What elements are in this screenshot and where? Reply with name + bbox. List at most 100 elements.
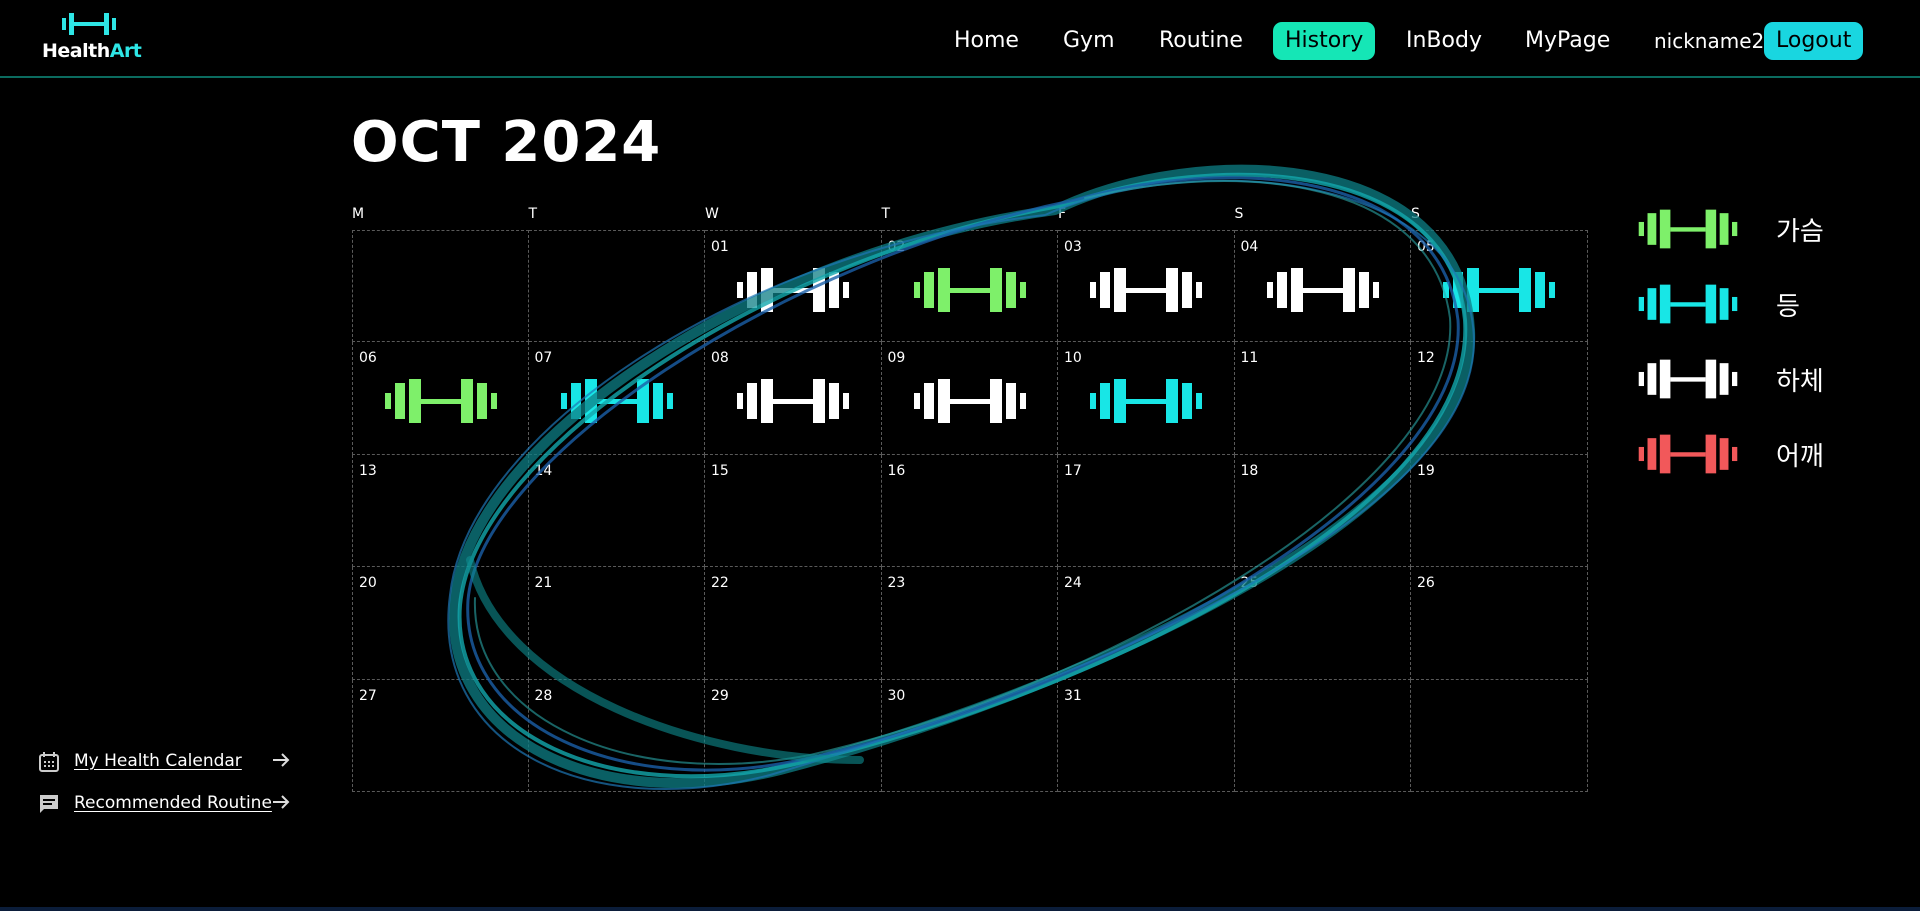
- day-number: 12: [1417, 350, 1435, 367]
- calendar-day-cell[interactable]: 12: [1411, 342, 1588, 455]
- bottom-border: [0, 907, 1920, 911]
- legend-label: 어깨: [1776, 442, 1824, 472]
- day-number: 04: [1240, 239, 1259, 255]
- weekday-label: T: [528, 206, 538, 222]
- day-number: 02: [887, 239, 906, 255]
- day-number: 30: [887, 687, 906, 704]
- dumbbell-icon: [1266, 268, 1379, 312]
- calendar-day-cell: [352, 230, 529, 343]
- recommended-routine-label: Recommended Routine: [74, 793, 272, 813]
- calendar-day-cell[interactable]: 08: [705, 342, 882, 455]
- logout-button[interactable]: Logout: [1764, 22, 1864, 60]
- calendar-day-cell[interactable]: 20: [352, 567, 529, 680]
- calendar-day-cell[interactable]: 05: [1411, 230, 1588, 343]
- dumbbell-icon: [385, 379, 497, 424]
- day-number: 10: [1064, 350, 1082, 367]
- day-number: 25: [1240, 575, 1259, 592]
- day-number: 29: [711, 687, 729, 704]
- calendar-icon: [39, 752, 59, 772]
- day-number: 18: [1240, 462, 1259, 479]
- dumbbell-icon: [737, 379, 849, 424]
- calendar-day-cell[interactable]: 25: [1234, 567, 1411, 680]
- calendar-day-cell: [1411, 679, 1588, 792]
- dumbbell-icon: [913, 379, 1026, 424]
- day-number: 01: [711, 239, 729, 255]
- calendar-day-cell[interactable]: 22: [705, 567, 882, 680]
- top-nav-bar: HealthArt Home Gym Routine History InBod…: [0, 0, 1920, 78]
- day-number: 03: [1064, 239, 1082, 255]
- calendar-day-cell[interactable]: 19: [1411, 454, 1588, 568]
- nav-inbody[interactable]: InBody: [1406, 22, 1482, 60]
- dumbbell-icon: [1638, 359, 1738, 399]
- calendar-day-cell[interactable]: 23: [881, 567, 1058, 680]
- calendar-day-cell[interactable]: 21: [528, 567, 705, 680]
- day-number: 17: [1064, 462, 1082, 479]
- calendar-day-cell[interactable]: 03: [1058, 230, 1235, 343]
- day-number: 22: [711, 575, 729, 592]
- calendar-day-cell[interactable]: 13: [352, 454, 529, 568]
- day-number: 31: [1064, 687, 1082, 704]
- calendar-day-cell[interactable]: 17: [1058, 454, 1235, 568]
- calendar-day-cell[interactable]: 04: [1234, 230, 1411, 343]
- nav-routine[interactable]: Routine: [1159, 22, 1243, 60]
- day-number: 13: [359, 462, 377, 479]
- nav-mypage[interactable]: MyPage: [1525, 22, 1610, 60]
- weekday-label: F: [1058, 206, 1067, 222]
- calendar-day-cell[interactable]: 07: [528, 342, 705, 455]
- calendar-day-cell: [528, 230, 705, 343]
- calendar-day-cell[interactable]: 01: [705, 230, 882, 343]
- day-number: 19: [1417, 462, 1435, 479]
- calendar-day-cell[interactable]: 31: [1058, 679, 1235, 792]
- day-number: 24: [1064, 575, 1082, 592]
- weekday-label: S: [1411, 206, 1420, 222]
- arrow-right-icon: [273, 795, 290, 809]
- logo-dumbbell-icon: [62, 13, 116, 35]
- arrow-right-icon: [273, 753, 290, 767]
- day-number: 23: [887, 575, 906, 592]
- nav-history[interactable]: History: [1273, 22, 1376, 60]
- day-number: 15: [711, 462, 729, 479]
- calendar-day-cell[interactable]: 06: [352, 342, 529, 455]
- calendar-day-cell[interactable]: 15: [705, 454, 882, 568]
- calendar-day-cell[interactable]: 28: [528, 679, 705, 792]
- nav-gym[interactable]: Gym: [1063, 22, 1115, 60]
- day-number: 16: [887, 462, 906, 479]
- calendar-day-cell[interactable]: 30: [881, 679, 1058, 792]
- day-number: 11: [1240, 350, 1259, 367]
- day-number: 21: [534, 575, 553, 592]
- day-number: 09: [887, 350, 906, 367]
- calendar-day-cell[interactable]: 11: [1234, 342, 1411, 455]
- dumbbell-icon: [1090, 268, 1202, 312]
- day-number: 26: [1417, 575, 1435, 592]
- logo[interactable]: HealthArt: [40, 10, 142, 66]
- calendar-grid: 01 02 03 04 05 06 07 08 09 10 11 12 13 14 15 16 17 18 19 20…: [352, 230, 1588, 792]
- calendar-day-cell[interactable]: 26: [1411, 567, 1588, 680]
- calendar-day-cell[interactable]: 16: [881, 454, 1058, 568]
- weekday-label: S: [1234, 206, 1244, 222]
- month-title: OCT 2024: [351, 110, 662, 175]
- calendar-day-cell[interactable]: 14: [528, 454, 705, 568]
- weekday-label: T: [881, 206, 891, 222]
- day-number: 27: [359, 687, 377, 704]
- calendar-day-cell[interactable]: 09: [881, 342, 1058, 455]
- legend-label: 가슴: [1776, 217, 1824, 247]
- day-number: 05: [1417, 239, 1435, 255]
- dumbbell-icon: [1443, 268, 1555, 312]
- calendar-day-cell[interactable]: 10: [1058, 342, 1235, 455]
- dumbbell-icon: [737, 268, 849, 312]
- calendar-day-cell[interactable]: 18: [1234, 454, 1411, 568]
- calendar-day-cell[interactable]: 02: [881, 230, 1058, 343]
- legend-label: 등: [1776, 292, 1800, 322]
- weekday-label: M: [352, 206, 365, 222]
- dumbbell-icon: [1638, 284, 1738, 324]
- nav-home[interactable]: Home: [954, 22, 1019, 60]
- username-label: nickname2: [1654, 29, 1765, 53]
- calendar-day-cell: [1234, 679, 1411, 792]
- dumbbell-icon: [1090, 379, 1202, 424]
- calendar-day-cell[interactable]: 27: [352, 679, 529, 792]
- day-number: 28: [534, 687, 553, 704]
- legend-label: 하체: [1776, 367, 1824, 397]
- calendar-day-cell[interactable]: 24: [1058, 567, 1235, 680]
- weekday-label: W: [705, 206, 719, 222]
- calendar-day-cell[interactable]: 29: [705, 679, 882, 792]
